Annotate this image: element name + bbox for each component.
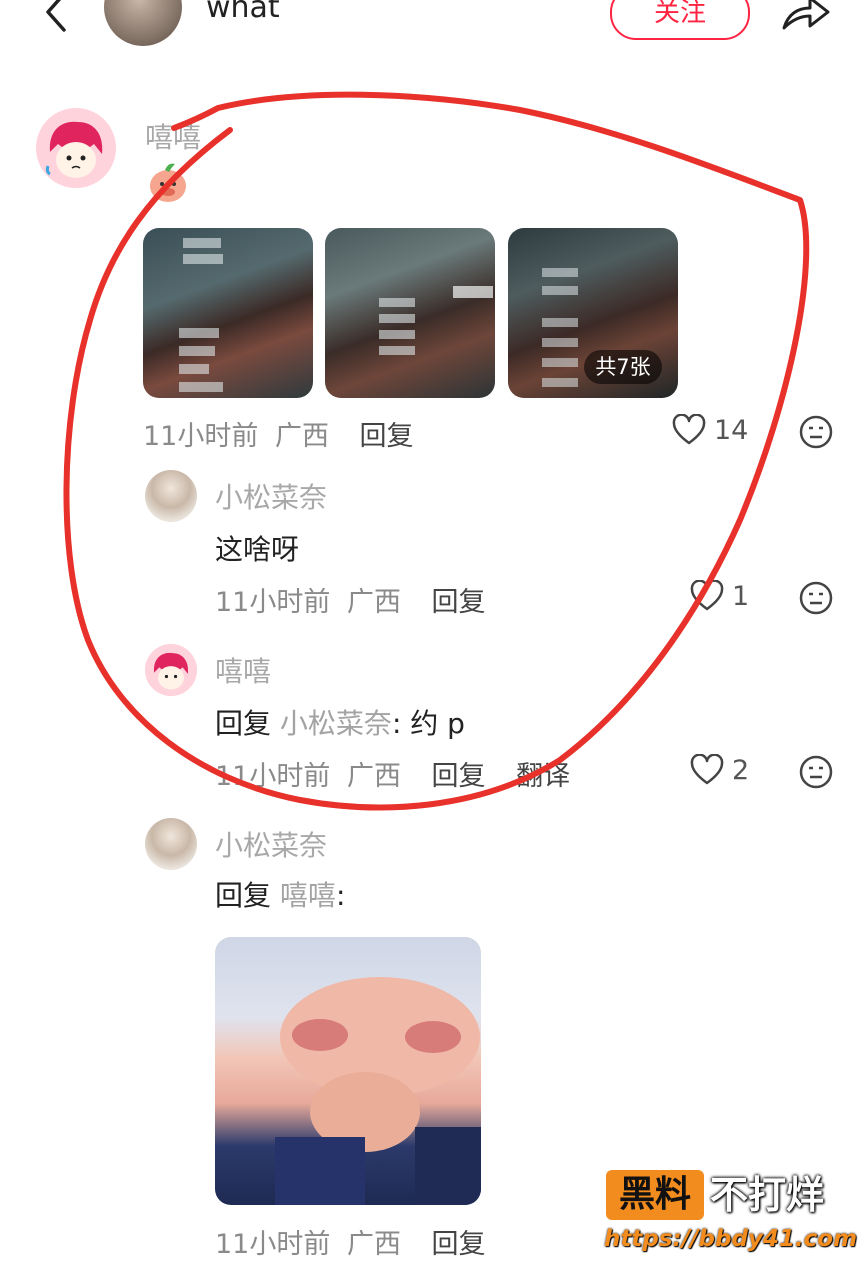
annotation-circle (63, 91, 810, 811)
watermark: 黑料 不打烊 https://bbdy41.com (604, 1168, 858, 1258)
watermark-brand: 黑料 (606, 1170, 704, 1220)
watermark-slogan: 不打烊 (710, 1173, 825, 1217)
watermark-url: https://bbdy41.com (604, 1226, 858, 1252)
